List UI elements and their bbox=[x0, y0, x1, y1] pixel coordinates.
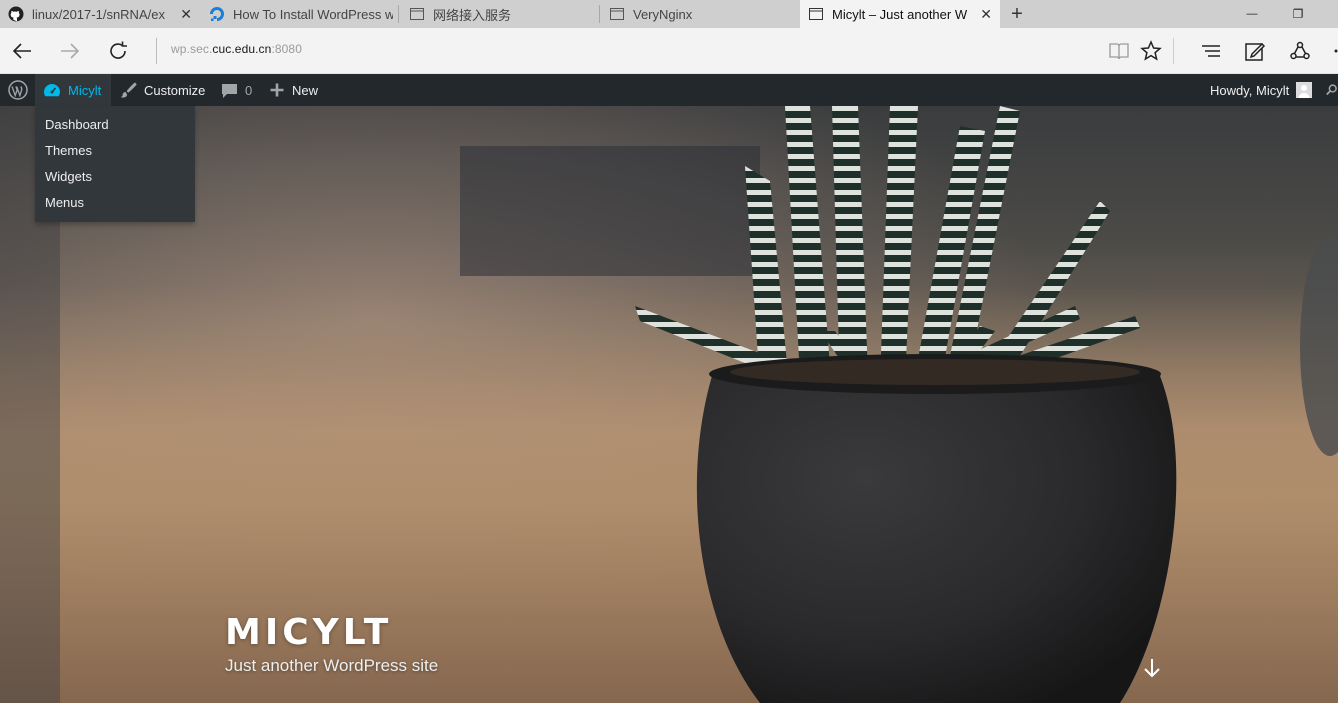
header-image: MICYLT Just another WordPress site bbox=[0, 106, 1338, 703]
address-bar[interactable]: wp.sec.cuc.edu.cn:8080 bbox=[171, 42, 302, 56]
page-icon bbox=[609, 6, 625, 22]
minimize-button[interactable]: — bbox=[1229, 0, 1275, 28]
tab-title: 网络接入服务 bbox=[433, 7, 512, 23]
web-note-icon bbox=[1245, 42, 1266, 61]
tab-network-service[interactable]: 网络接入服务 bbox=[399, 0, 599, 28]
toolbar-separator bbox=[1173, 38, 1174, 64]
github-icon bbox=[8, 6, 24, 22]
share-button[interactable] bbox=[1288, 39, 1312, 63]
dashboard-icon bbox=[43, 82, 61, 98]
forward-button[interactable] bbox=[56, 37, 84, 65]
tab-micylt[interactable]: Micylt – Just another W ✕ bbox=[800, 0, 1000, 28]
tab-title: VeryNginx bbox=[633, 6, 693, 22]
menu-item-widgets[interactable]: Widgets bbox=[45, 169, 92, 184]
browser-navbar: wp.sec.cuc.edu.cn:8080 bbox=[0, 28, 1338, 74]
new-label: New bbox=[292, 82, 319, 98]
plus-icon bbox=[269, 82, 285, 98]
favorite-button[interactable] bbox=[1139, 39, 1163, 63]
page-icon bbox=[409, 6, 425, 22]
comments-count: 0 bbox=[245, 82, 253, 98]
site-title[interactable]: MICYLT bbox=[225, 612, 392, 653]
search-button[interactable] bbox=[1326, 74, 1338, 106]
wp-admin-bar: Micylt Customize 0 New Howdy, Micylt bbox=[0, 74, 1338, 106]
hero-plant-image bbox=[0, 106, 1338, 703]
menu-item-themes[interactable]: Themes bbox=[45, 143, 92, 158]
menu-item-dashboard[interactable]: Dashboard bbox=[45, 117, 109, 132]
share-icon bbox=[1290, 41, 1310, 60]
new-tab-button[interactable]: + bbox=[1005, 0, 1029, 28]
tab-title: Micylt – Just another W bbox=[832, 6, 968, 22]
back-button[interactable] bbox=[8, 37, 36, 65]
refresh-icon bbox=[110, 41, 127, 59]
star-icon bbox=[1140, 40, 1162, 61]
arrow-down-icon bbox=[1144, 659, 1160, 678]
search-icon bbox=[1326, 84, 1337, 96]
reading-view-icon bbox=[1109, 43, 1129, 60]
comments-button[interactable]: 0 bbox=[221, 74, 252, 106]
minimize-icon: — bbox=[1246, 8, 1258, 20]
forward-arrow-icon bbox=[61, 43, 80, 59]
my-account-menu[interactable]: Howdy, Micylt bbox=[1210, 74, 1313, 106]
avatar bbox=[1296, 82, 1313, 98]
tab-title: How To Install WordPress w bbox=[233, 6, 393, 22]
tab-digitalocean[interactable]: How To Install WordPress w bbox=[200, 0, 398, 28]
site-name-label: Micylt bbox=[68, 82, 102, 98]
wordpress-icon bbox=[7, 80, 28, 100]
back-arrow-icon bbox=[12, 43, 31, 59]
site-name-dropdown: Dashboard Themes Widgets Menus bbox=[35, 106, 195, 222]
site-name-menu[interactable]: Micylt bbox=[35, 74, 111, 106]
new-content-button[interactable]: New bbox=[269, 74, 318, 106]
restore-button[interactable]: ❐ bbox=[1275, 0, 1321, 28]
customize-label: Customize bbox=[144, 82, 206, 98]
site-tagline: Just another WordPress site bbox=[225, 656, 439, 675]
tab-verynginx[interactable]: VeryNginx bbox=[600, 0, 800, 28]
more-icon bbox=[1334, 49, 1338, 53]
more-button[interactable] bbox=[1326, 39, 1338, 63]
page-icon bbox=[808, 6, 824, 22]
refresh-button[interactable] bbox=[104, 37, 132, 65]
digitalocean-icon bbox=[209, 6, 225, 22]
tab-title: linux/2017-1/snRNA/ex bbox=[32, 6, 165, 22]
browser-tab-strip: linux/2017-1/snRNA/ex ✕ How To Install W… bbox=[0, 0, 1338, 28]
url-port: :8080 bbox=[271, 42, 302, 56]
howdy-label: Howdy, Micylt bbox=[1210, 82, 1290, 98]
close-icon[interactable]: ✕ bbox=[180, 6, 192, 22]
hub-icon bbox=[1202, 45, 1220, 57]
restore-icon: ❐ bbox=[1292, 7, 1304, 21]
web-note-button[interactable] bbox=[1243, 39, 1267, 63]
comment-icon bbox=[221, 82, 238, 99]
hub-button[interactable] bbox=[1199, 39, 1223, 63]
brush-icon bbox=[119, 81, 137, 99]
wp-logo-button[interactable] bbox=[0, 74, 35, 106]
scroll-down-button[interactable] bbox=[1139, 655, 1165, 681]
menu-item-menus[interactable]: Menus bbox=[45, 195, 84, 210]
close-icon[interactable]: ✕ bbox=[980, 6, 992, 22]
url-host: cuc.edu.cn bbox=[212, 42, 272, 56]
url-prefix: wp.sec. bbox=[171, 42, 213, 56]
url-divider bbox=[156, 38, 157, 64]
tab-github[interactable]: linux/2017-1/snRNA/ex ✕ bbox=[0, 0, 200, 28]
customize-button[interactable]: Customize bbox=[119, 74, 205, 106]
reading-view-button[interactable] bbox=[1107, 39, 1131, 63]
